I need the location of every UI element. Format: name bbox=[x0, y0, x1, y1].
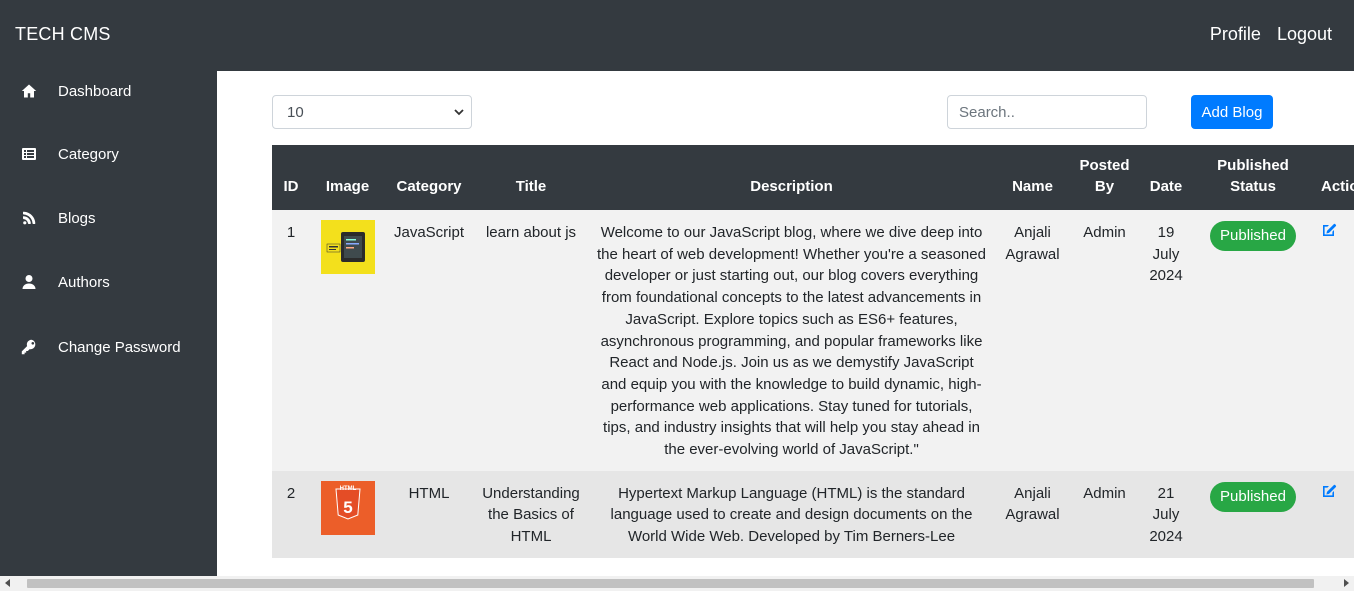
cell-name: Anjali Agrawal bbox=[1005, 224, 1060, 263]
cell-date: 21 July 2024 bbox=[1149, 484, 1183, 546]
profile-link[interactable]: Profile bbox=[1210, 24, 1261, 44]
blogs-table: ID Image Category Title Description Name… bbox=[272, 145, 1354, 558]
brand-title[interactable]: TECH CMS bbox=[15, 24, 111, 45]
user-icon bbox=[20, 273, 38, 291]
column-header-action: Actio bbox=[1321, 178, 1354, 195]
status-badge: Published bbox=[1210, 481, 1296, 512]
column-header-status: Published Status bbox=[1217, 157, 1289, 195]
key-icon bbox=[20, 338, 38, 356]
svg-text:HTML: HTML bbox=[339, 486, 356, 492]
scrollbar-thumb[interactable] bbox=[27, 579, 1314, 588]
cell-description: Hypertext Markup Language (HTML) is the … bbox=[610, 484, 973, 546]
sidebar-item-dashboard[interactable]: Dashboard bbox=[0, 71, 217, 111]
cell-status: Published bbox=[1194, 210, 1312, 471]
cell-status: Published bbox=[1194, 471, 1312, 558]
sidebar-item-category[interactable]: Category bbox=[0, 134, 217, 174]
sidebar-item-blogs[interactable]: Blogs bbox=[0, 198, 217, 238]
list-icon bbox=[20, 145, 38, 163]
column-header-name: Name bbox=[1012, 178, 1053, 195]
cell-title: learn about js bbox=[485, 224, 577, 241]
main-content: 10 Add Blog ID Image Category Title Desc… bbox=[217, 71, 1354, 576]
column-header-description: Description bbox=[750, 178, 833, 195]
page-size-select[interactable]: 10 bbox=[272, 95, 472, 129]
cell-action bbox=[1312, 210, 1354, 471]
svg-text:5: 5 bbox=[343, 498, 352, 517]
table-header-row: ID Image Category Title Description Name… bbox=[272, 145, 1354, 210]
column-header-date: Date bbox=[1149, 178, 1183, 195]
status-badge: Published bbox=[1210, 221, 1296, 251]
edit-icon[interactable] bbox=[1321, 483, 1337, 503]
cell-name: Anjali Agrawal bbox=[1005, 484, 1060, 524]
horizontal-scrollbar[interactable] bbox=[0, 576, 1354, 591]
cell-title: Understanding the Basics of HTML bbox=[482, 484, 580, 546]
table-row: 1 JavaScript learn about js Welcome to o… bbox=[272, 210, 1354, 471]
sidebar: Dashboard Category Blogs Authors Change … bbox=[0, 71, 217, 576]
sidebar-item-authors[interactable]: Authors bbox=[0, 262, 217, 302]
home-icon bbox=[20, 82, 38, 100]
scroll-left-arrow-icon[interactable] bbox=[5, 579, 10, 587]
cell-category: HTML bbox=[408, 484, 450, 502]
cell-date: 19 July 2024 bbox=[1149, 224, 1183, 285]
sidebar-item-label: Dashboard bbox=[58, 82, 132, 100]
html5-thumbnail[interactable]: HTML 5 bbox=[320, 480, 375, 535]
sidebar-item-label: Change Password bbox=[58, 338, 181, 356]
search-input[interactable] bbox=[947, 95, 1147, 129]
top-links: Profile Logout bbox=[1199, 24, 1332, 45]
column-header-id: ID bbox=[283, 178, 299, 195]
cell-image bbox=[310, 210, 385, 471]
sidebar-item-label: Authors bbox=[58, 273, 110, 291]
top-navbar: TECH CMS Profile Logout bbox=[0, 0, 1354, 71]
cell-posted-by: Admin bbox=[1083, 224, 1126, 241]
cell-posted-by: Admin bbox=[1083, 484, 1126, 502]
chevron-down-icon bbox=[454, 109, 464, 116]
cell-description: Welcome to our JavaScript blog, where we… bbox=[597, 224, 986, 459]
scroll-right-arrow-icon[interactable] bbox=[1344, 579, 1349, 587]
cell-category: JavaScript bbox=[393, 224, 465, 241]
table-row: 2 HTML 5 HTML Understanding the Basics o… bbox=[272, 470, 1354, 558]
sidebar-item-label: Category bbox=[58, 145, 119, 163]
column-header-title: Title bbox=[515, 178, 547, 195]
cell-id: 2 bbox=[286, 484, 296, 502]
column-header-image: Image bbox=[325, 178, 370, 195]
cell-image: HTML 5 bbox=[310, 471, 385, 558]
sidebar-item-label: Blogs bbox=[58, 209, 96, 227]
add-blog-button[interactable]: Add Blog bbox=[1191, 95, 1273, 129]
cell-action bbox=[1312, 471, 1354, 558]
sidebar-item-change-password[interactable]: Change Password bbox=[0, 327, 217, 367]
column-header-category: Category bbox=[396, 178, 462, 195]
cell-id: 1 bbox=[286, 224, 296, 241]
javascript-thumbnail[interactable] bbox=[320, 220, 375, 274]
column-header-posted-by: Posted By bbox=[1079, 157, 1130, 195]
blog-icon bbox=[20, 209, 38, 227]
edit-icon[interactable] bbox=[1321, 223, 1337, 242]
logout-link[interactable]: Logout bbox=[1277, 24, 1332, 44]
page-size-value: 10 bbox=[287, 103, 304, 121]
